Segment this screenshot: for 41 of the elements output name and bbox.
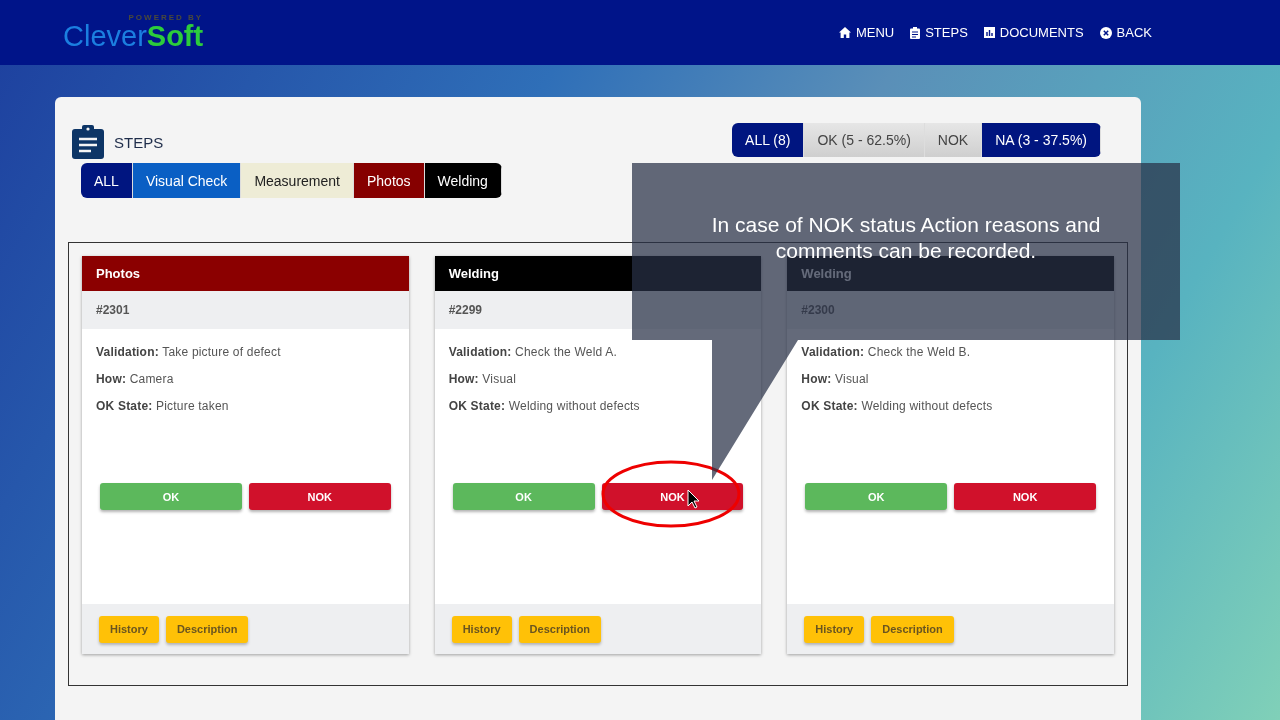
step-field: OK State: Picture taken: [96, 399, 395, 413]
clipboard-icon: [910, 26, 921, 39]
filter-button[interactable]: OK (5 - 62.5%): [804, 123, 925, 157]
step-field: Validation: Check the Weld B.: [801, 345, 1100, 359]
step-field: Validation: Take picture of defect: [96, 345, 395, 359]
filter-button[interactable]: NA (3 - 37.5%): [982, 123, 1101, 157]
category-tab[interactable]: Measurement: [241, 163, 354, 198]
nav-link[interactable]: STEPS: [910, 25, 968, 40]
footer-button[interactable]: History: [804, 615, 865, 643]
clipboard-icon: [72, 125, 104, 159]
step-field: OK State: Welding without defects: [801, 399, 1100, 413]
step-field: Validation: Check the Weld A.: [448, 345, 748, 359]
home-icon: [838, 27, 851, 38]
footer-button[interactable]: History: [99, 615, 159, 643]
filter-button[interactable]: ALL (8): [732, 123, 805, 157]
logo-tagline: POWERED BY: [128, 14, 204, 22]
category-tab[interactable]: ALL: [81, 163, 133, 198]
nok-button[interactable]: NOK: [954, 483, 1097, 510]
close-icon: [1099, 26, 1112, 39]
filter-button[interactable]: NOK: [924, 123, 983, 157]
nok-button[interactable]: NOK: [601, 483, 744, 510]
footer-button[interactable]: Description: [518, 615, 602, 643]
category-tab[interactable]: Welding: [424, 163, 502, 198]
nav-link[interactable]: BACK: [1099, 25, 1152, 40]
footer-button[interactable]: History: [451, 615, 512, 643]
logo: CleverSoft: [63, 22, 204, 51]
step-field: How: Visual: [801, 372, 1100, 386]
step-field: OK State: Welding without defects: [448, 399, 748, 413]
step-id: #2301: [82, 291, 409, 329]
footer-button[interactable]: Description: [871, 615, 954, 643]
nok-button[interactable]: NOK: [248, 483, 391, 510]
step-field: How: Camera: [96, 372, 395, 386]
section-title: STEPS: [114, 133, 164, 151]
step-field: How: Visual: [448, 372, 748, 386]
category-tab[interactable]: Visual Check: [132, 163, 242, 198]
card-header: Photos: [82, 256, 409, 291]
nav-link[interactable]: MENU: [838, 25, 895, 40]
footer-button[interactable]: Description: [165, 615, 249, 643]
nav-link[interactable]: DOCUMENTS: [983, 25, 1084, 40]
category-tab[interactable]: Photos: [353, 163, 425, 198]
bar-chart-icon: [983, 27, 995, 38]
